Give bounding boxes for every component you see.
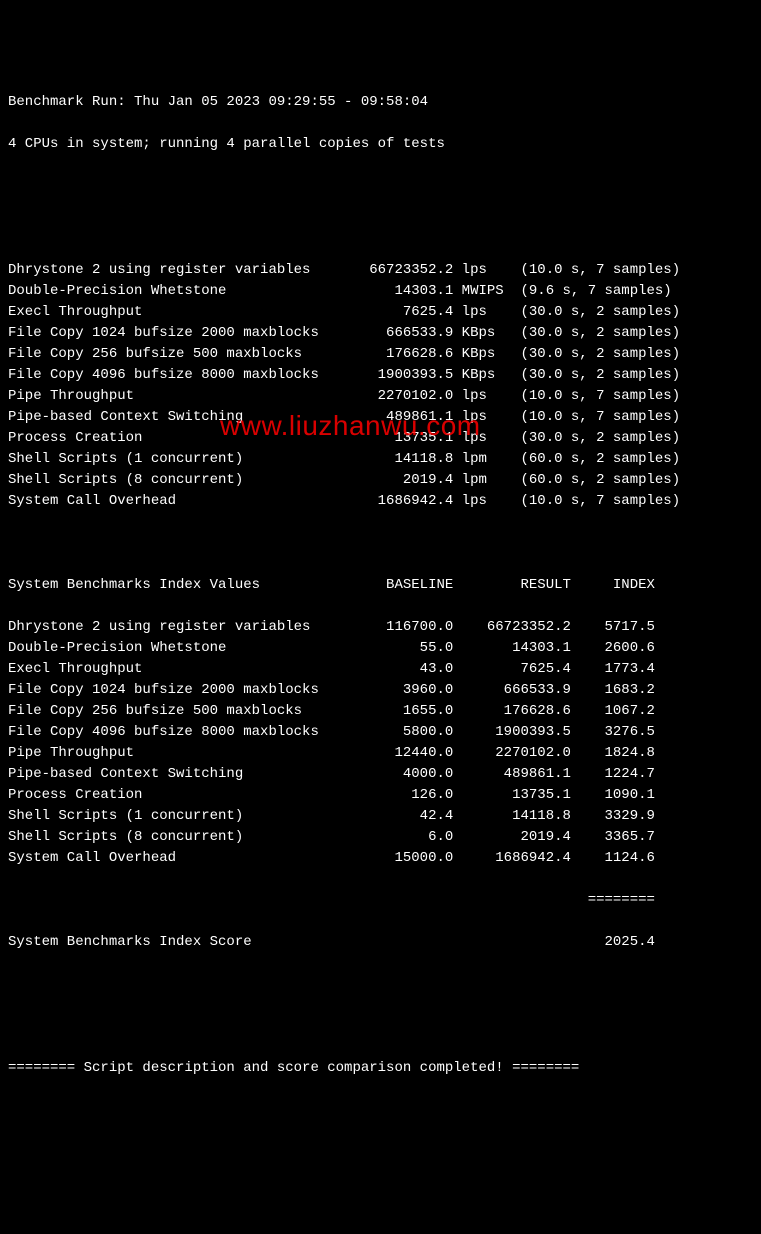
index-header: System Benchmarks Index Values BASELINE … [8,575,753,596]
footer-line: ======== Script description and score co… [8,1058,753,1079]
index-row: Double-Precision Whetstone 55.0 14303.1 … [8,638,753,659]
results-block: Dhrystone 2 using register variables 667… [8,260,753,512]
result-row: System Call Overhead 1686942.4 lps (10.0… [8,491,753,512]
index-row: File Copy 256 bufsize 500 maxblocks 1655… [8,701,753,722]
index-row: File Copy 4096 bufsize 8000 maxblocks 58… [8,722,753,743]
result-row: Shell Scripts (8 concurrent) 2019.4 lpm … [8,470,753,491]
score-line: System Benchmarks Index Score 2025.4 [8,932,753,953]
blank-line [8,218,753,239]
blank-line [8,974,753,995]
result-row: Double-Precision Whetstone 14303.1 MWIPS… [8,281,753,302]
benchmark-run-header: Benchmark Run: Thu Jan 05 2023 09:29:55 … [8,92,753,113]
index-row: File Copy 1024 bufsize 2000 maxblocks 39… [8,680,753,701]
index-row: Pipe Throughput 12440.0 2270102.0 1824.8 [8,743,753,764]
index-row: Pipe-based Context Switching 4000.0 4898… [8,764,753,785]
index-block: Dhrystone 2 using register variables 116… [8,617,753,869]
result-row: File Copy 4096 bufsize 8000 maxblocks 19… [8,365,753,386]
result-row: Process Creation 13735.1 lps (30.0 s, 2 … [8,428,753,449]
result-row: Pipe Throughput 2270102.0 lps (10.0 s, 7… [8,386,753,407]
result-row: Dhrystone 2 using register variables 667… [8,260,753,281]
index-row: Shell Scripts (1 concurrent) 42.4 14118.… [8,806,753,827]
blank-line [8,176,753,197]
result-row: File Copy 256 bufsize 500 maxblocks 1766… [8,344,753,365]
cpu-info: 4 CPUs in system; running 4 parallel cop… [8,134,753,155]
index-row: Execl Throughput 43.0 7625.4 1773.4 [8,659,753,680]
result-row: Shell Scripts (1 concurrent) 14118.8 lpm… [8,449,753,470]
index-row: System Call Overhead 15000.0 1686942.4 1… [8,848,753,869]
index-row: Dhrystone 2 using register variables 116… [8,617,753,638]
index-row: Process Creation 126.0 13735.1 1090.1 [8,785,753,806]
result-row: Execl Throughput 7625.4 lps (30.0 s, 2 s… [8,302,753,323]
blank-line [8,1016,753,1037]
index-row: Shell Scripts (8 concurrent) 6.0 2019.4 … [8,827,753,848]
score-divider: ======== [8,890,753,911]
blank-line [8,533,753,554]
result-row: File Copy 1024 bufsize 2000 maxblocks 66… [8,323,753,344]
result-row: Pipe-based Context Switching 489861.1 lp… [8,407,753,428]
